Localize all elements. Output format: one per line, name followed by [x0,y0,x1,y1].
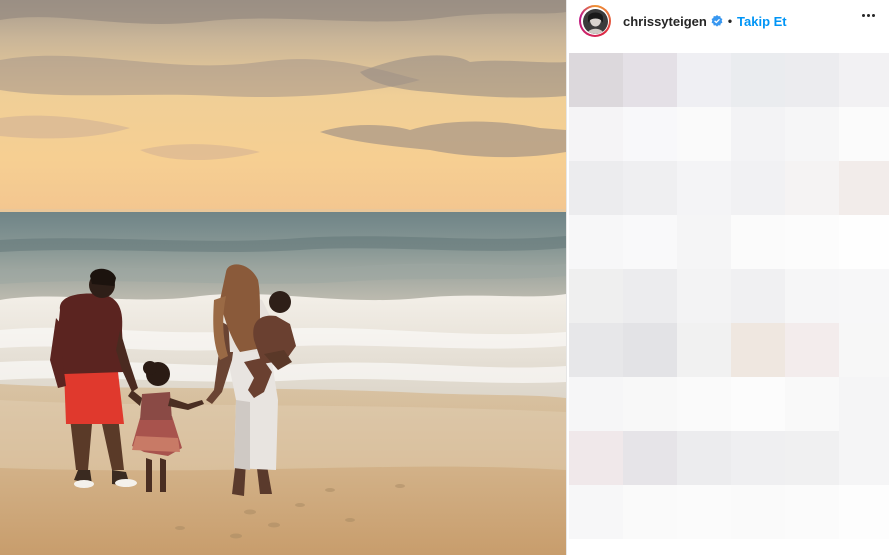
blur-tile [623,215,677,269]
blur-tile [623,323,677,377]
blur-tile [569,215,623,269]
blur-tile [731,269,785,323]
blur-tile [569,323,623,377]
blur-tile [839,377,889,431]
blur-tile [569,269,623,323]
blur-tile [785,107,839,161]
blur-tile [677,53,731,107]
separator-dot: • [727,14,733,28]
blur-tile [677,107,731,161]
blur-tile [677,269,731,323]
blur-tile [839,323,889,377]
blur-tile [785,269,839,323]
blur-tile [839,161,889,215]
blur-tile [623,431,677,485]
blur-tile [731,215,785,269]
avatar-border [581,7,609,35]
blur-tile [785,323,839,377]
blur-tile [731,485,785,539]
blur-tile [839,485,889,539]
blur-tile [569,485,623,539]
blur-tile [677,323,731,377]
post-photo[interactable] [0,0,566,555]
blur-tile [569,107,623,161]
blur-tile [839,53,889,107]
blur-tile [569,53,623,107]
blur-tile [839,215,889,269]
avatar-image [582,8,608,34]
blur-tile [785,377,839,431]
blur-tile [731,53,785,107]
blur-tile [677,485,731,539]
more-options-icon[interactable] [862,14,875,17]
blur-tile [731,377,785,431]
username[interactable]: chrissyteigen [623,14,707,29]
more-dot [867,14,870,17]
blur-tile [677,215,731,269]
more-dot [872,14,875,17]
profile-avatar[interactable] [579,5,611,37]
post-sidebar: chrissyteigen • Takip Et [567,0,889,555]
blur-tile [623,107,677,161]
beach-family-photo [0,0,566,555]
blur-tile [785,485,839,539]
blur-tile [839,431,889,485]
post-header: chrissyteigen • Takip Et [567,0,889,42]
blur-tile [731,161,785,215]
blur-tile [623,53,677,107]
blur-tile [623,161,677,215]
pixelated-caption-area [569,53,889,539]
blur-tile [785,431,839,485]
blur-tile [785,53,839,107]
blur-tile [731,107,785,161]
blur-tile [785,215,839,269]
verified-badge-icon [711,15,723,27]
instagram-post: chrissyteigen • Takip Et [0,0,889,555]
blur-tile [677,431,731,485]
blur-tile [569,161,623,215]
blur-tile [731,323,785,377]
blur-tile [569,377,623,431]
blur-tile [623,485,677,539]
follow-button[interactable]: Takip Et [737,14,787,29]
blur-tile [785,161,839,215]
blur-tile [623,269,677,323]
blur-tile [677,161,731,215]
blur-tile [569,431,623,485]
more-dot [862,14,865,17]
blur-tile [677,377,731,431]
blur-tile [623,377,677,431]
blur-tile [839,107,889,161]
blur-tile [839,269,889,323]
blur-tile [731,431,785,485]
